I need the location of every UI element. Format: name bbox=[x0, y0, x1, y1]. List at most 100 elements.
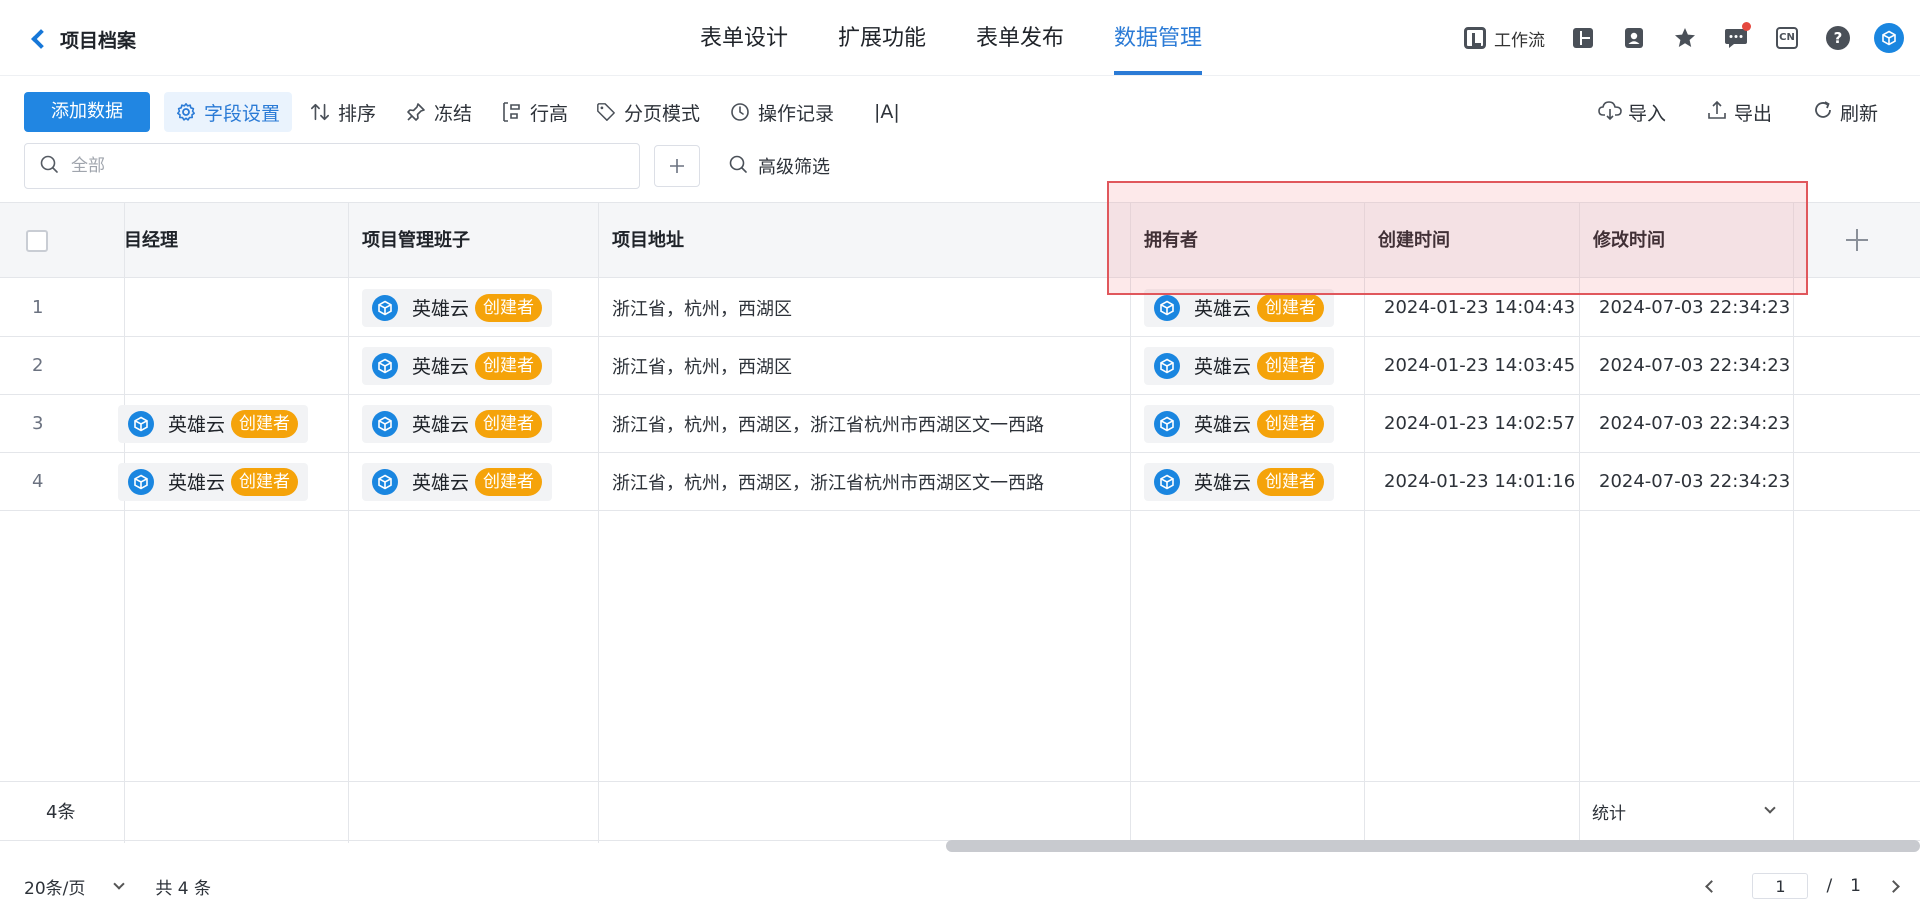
owner-user-chip[interactable]: 英雄云 创建者 bbox=[1144, 404, 1335, 443]
user-name: 英雄云 bbox=[168, 414, 226, 436]
creator-badge: 创建者 bbox=[231, 467, 299, 496]
contacts-icon[interactable] bbox=[1621, 25, 1647, 51]
cube-logo-icon bbox=[128, 468, 154, 495]
tab-extensions[interactable]: 扩展功能 bbox=[838, 0, 926, 76]
field-settings-button[interactable]: 字段设置 bbox=[164, 92, 293, 132]
cell-owner: 英雄云 创建者 bbox=[1144, 395, 1335, 452]
manager-user-chip[interactable]: 英雄云 创建者 bbox=[118, 404, 309, 443]
user-name: 英雄云 bbox=[1194, 414, 1252, 436]
notification-dot bbox=[1742, 22, 1751, 31]
cell-modified-time: 2024-07-03 22:34:23 bbox=[1599, 297, 1791, 318]
main-tabs: 表单设计 扩展功能 表单发布 数据管理 bbox=[700, 0, 1252, 76]
column-header-created[interactable]: 创建时间 bbox=[1378, 203, 1568, 278]
add-filter-button[interactable] bbox=[654, 145, 700, 187]
total-count: 共 4 条 bbox=[155, 878, 211, 899]
app-title: 项目档案 bbox=[60, 29, 137, 52]
cube-logo-icon bbox=[128, 410, 154, 437]
cell-team: 英雄云 创建者 bbox=[362, 395, 553, 452]
data-table: 目经理 项目管理班子 项目地址 拥有者 创建时间 修改时间 1 英雄云 创建者 浙江省… bbox=[0, 202, 1920, 843]
refresh-button[interactable]: 刷新 bbox=[1812, 92, 1878, 132]
owner-user-chip[interactable]: 英雄云 创建者 bbox=[1144, 346, 1335, 385]
tab-form-design[interactable]: 表单设计 bbox=[700, 0, 788, 76]
team-user-chip[interactable]: 英雄云 创建者 bbox=[362, 462, 553, 501]
toolbar: 添加数据 字段设置 排序 冻结 行高 分页模式 操作记录 |A| 导入 导出 刷… bbox=[0, 88, 1920, 136]
language-badge: CN bbox=[1776, 27, 1798, 49]
import-label: 导入 bbox=[1628, 102, 1667, 125]
paging-mode-button[interactable]: 分页模式 bbox=[596, 92, 700, 132]
refresh-icon bbox=[1812, 99, 1834, 126]
creator-badge: 创建者 bbox=[475, 467, 543, 496]
user-name: 英雄云 bbox=[1194, 472, 1252, 494]
star-icon[interactable] bbox=[1672, 25, 1698, 51]
row-number: 4 bbox=[32, 471, 44, 492]
column-header-manager[interactable]: 目经理 bbox=[124, 203, 344, 278]
cube-logo-icon bbox=[1154, 410, 1180, 437]
layout-icon[interactable] bbox=[1570, 25, 1596, 51]
cell-created-time: 2024-01-23 14:03:45 bbox=[1384, 355, 1576, 376]
chevron-down-icon bbox=[113, 878, 126, 890]
team-user-chip[interactable]: 英雄云 创建者 bbox=[362, 346, 553, 385]
export-label: 导出 bbox=[1734, 102, 1773, 125]
help-icon[interactable]: ? bbox=[1825, 25, 1851, 51]
table-row[interactable]: 1 英雄云 创建者 浙江省，杭州，西湖区 英雄云 创建者 2024-01-23 14:04:… bbox=[0, 279, 1920, 337]
creator-badge: 创建者 bbox=[1257, 351, 1325, 380]
column-header-modified[interactable]: 修改时间 bbox=[1593, 203, 1783, 278]
font-size-toggle[interactable]: |A| bbox=[874, 92, 900, 132]
tab-data-management[interactable]: 数据管理 bbox=[1114, 0, 1203, 76]
user-avatar[interactable] bbox=[1874, 23, 1904, 53]
cell-owner: 英雄云 创建者 bbox=[1144, 279, 1335, 336]
advanced-filter-button[interactable]: 高级筛选 bbox=[728, 145, 830, 187]
cube-logo-icon bbox=[1154, 352, 1180, 379]
owner-user-chip[interactable]: 英雄云 创建者 bbox=[1144, 462, 1335, 501]
cube-logo-icon bbox=[372, 294, 398, 321]
freeze-button[interactable]: 冻结 bbox=[406, 92, 472, 132]
team-user-chip[interactable]: 英雄云 创建者 bbox=[362, 288, 553, 327]
import-button[interactable]: 导入 bbox=[1598, 92, 1666, 132]
plus-icon bbox=[670, 159, 684, 173]
cell-created-time: 2024-01-23 14:02:57 bbox=[1384, 413, 1576, 434]
row-number: 3 bbox=[32, 413, 44, 434]
table-row[interactable]: 2 英雄云 创建者 浙江省，杭州，西湖区 英雄云 创建者 2024-01-23 14:03:… bbox=[0, 337, 1920, 395]
clock-icon bbox=[730, 102, 750, 122]
horizontal-scrollbar[interactable] bbox=[946, 840, 1920, 852]
add-column-button[interactable] bbox=[1842, 223, 1872, 257]
add-data-button[interactable]: 添加数据 bbox=[24, 92, 150, 132]
search-icon bbox=[39, 154, 59, 178]
cell-created-time: 2024-01-23 14:01:16 bbox=[1384, 471, 1576, 492]
operation-log-button[interactable]: 操作记录 bbox=[730, 92, 834, 132]
table-row[interactable]: 3 英雄云 创建者 英雄云 创建者 浙江省，杭州，西湖区，浙江省杭州市西湖区文一西路 英雄云… bbox=[0, 395, 1920, 453]
cell-team: 英雄云 创建者 bbox=[362, 337, 553, 394]
manager-user-chip[interactable]: 英雄云 创建者 bbox=[118, 462, 309, 501]
next-page-icon[interactable] bbox=[1887, 879, 1900, 893]
page-separator: / bbox=[1826, 876, 1833, 896]
creator-badge: 创建者 bbox=[1257, 293, 1325, 322]
row-height-icon bbox=[502, 102, 522, 122]
cell-manager: 英雄云 创建者 bbox=[118, 453, 309, 510]
select-all-checkbox[interactable] bbox=[26, 230, 48, 252]
export-button[interactable]: 导出 bbox=[1706, 92, 1772, 132]
column-header-address[interactable]: 项目地址 bbox=[612, 203, 1112, 278]
language-icon[interactable]: CN bbox=[1774, 25, 1800, 51]
sort-button[interactable]: 排序 bbox=[310, 92, 376, 132]
team-user-chip[interactable]: 英雄云 创建者 bbox=[362, 404, 553, 443]
column-header-team[interactable]: 项目管理班子 bbox=[362, 203, 592, 278]
cube-logo-icon bbox=[1154, 294, 1180, 321]
cell-modified-time: 2024-07-03 22:34:23 bbox=[1599, 471, 1791, 492]
statistics-dropdown[interactable]: 统计 bbox=[1592, 782, 1782, 840]
row-number: 1 bbox=[32, 297, 44, 318]
column-header-owner[interactable]: 拥有者 bbox=[1144, 203, 1354, 278]
row-height-button[interactable]: 行高 bbox=[502, 92, 568, 132]
table-row[interactable]: 4 英雄云 创建者 英雄云 创建者 浙江省，杭州，西湖区，浙江省杭州市西湖区文一西路 英雄云… bbox=[0, 453, 1920, 511]
back-button[interactable]: 项目档案 bbox=[26, 22, 136, 56]
tab-form-publish[interactable]: 表单发布 bbox=[976, 0, 1064, 76]
prev-page-icon[interactable] bbox=[1705, 879, 1719, 893]
page-size-select[interactable]: 20条/页 bbox=[24, 874, 126, 899]
creator-badge: 创建者 bbox=[231, 409, 299, 438]
owner-user-chip[interactable]: 英雄云 创建者 bbox=[1144, 288, 1335, 327]
workflow-button[interactable]: 工作流 bbox=[1464, 26, 1545, 51]
page-number-input[interactable] bbox=[1752, 873, 1809, 899]
search-input[interactable] bbox=[71, 156, 611, 176]
message-icon[interactable] bbox=[1723, 22, 1751, 51]
creator-badge: 创建者 bbox=[475, 351, 543, 380]
cloud-download-icon bbox=[1598, 99, 1622, 126]
